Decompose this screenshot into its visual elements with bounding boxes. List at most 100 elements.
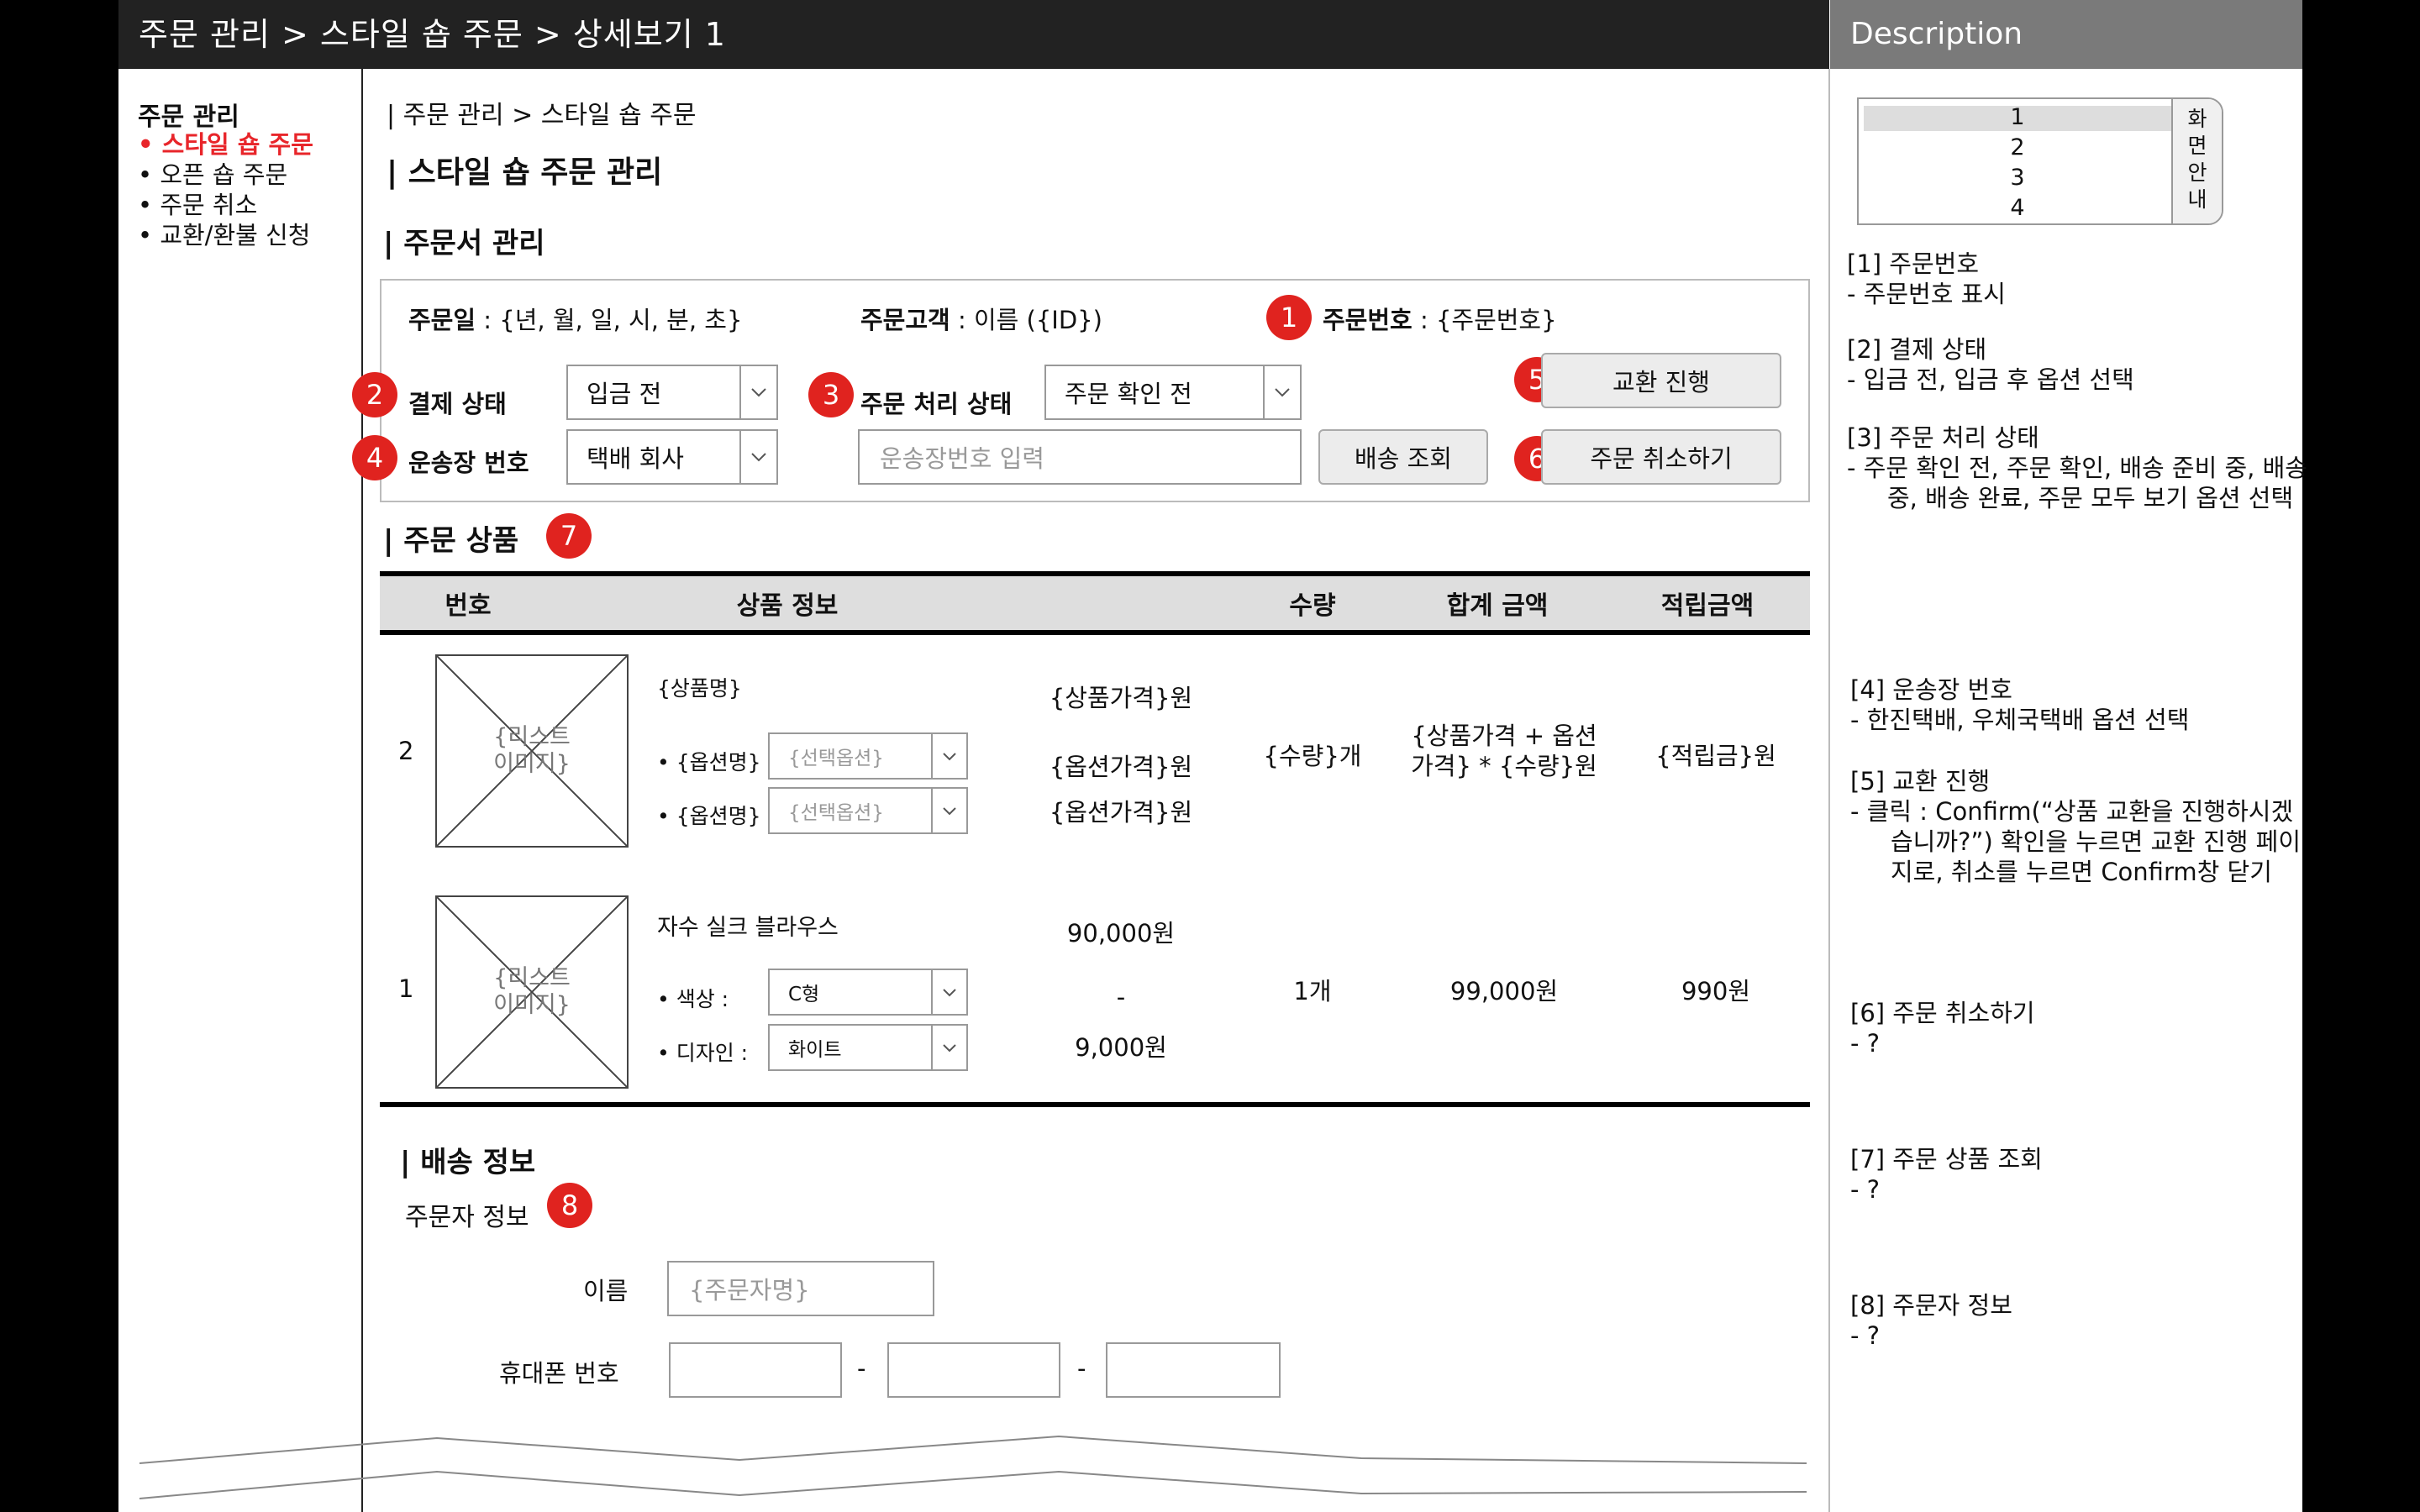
order-date-label: 주문일 <box>408 306 476 334</box>
description-divider <box>1828 69 1830 1512</box>
col-header-no: 번호 <box>445 591 492 621</box>
chevron-down-icon <box>931 970 966 1014</box>
payment-status-label: 결제 상태 <box>408 390 507 418</box>
orderer-info-label: 주문자 정보 <box>405 1203 529 1232</box>
desc-item-title: [1] 주문번호 <box>1847 249 1980 278</box>
order-status-select[interactable]: 주문 확인 전 <box>1044 365 1302 420</box>
orderer-name-placeholder: {주문자명} <box>689 1276 810 1305</box>
page-continuation-break <box>139 1435 1807 1499</box>
phone-separator: - <box>857 1354 866 1383</box>
order-status-value: 주문 확인 전 <box>1065 380 1192 408</box>
screen-guide-char: 면 <box>2187 134 2207 158</box>
option-select-value: {선택옵션} <box>788 748 884 769</box>
product-name: {상품명} <box>657 676 742 701</box>
order-date-value: : {년, 월, 일, 시, 분, 초} <box>476 306 743 334</box>
order-customer-value: : 이름 ({ID}) <box>950 306 1102 334</box>
total-amount: {상품가격 + 옵션 가격} * {수량}원 <box>1411 722 1597 780</box>
waybill-placeholder: 운송장번호 입력 <box>880 444 1044 473</box>
desc-item-8: [8] 주문자 정보 - ? <box>1850 1290 2311 1351</box>
phone-input-3[interactable] <box>1106 1342 1281 1398</box>
delivery-section-title: | 배송 정보 <box>400 1146 536 1179</box>
desc-item-title: [4] 운송장 번호 <box>1850 675 2012 704</box>
chevron-down-icon <box>739 366 776 418</box>
image-caption: {리스트 이미지} <box>493 965 571 1018</box>
courier-value: 택배 회사 <box>587 444 684 473</box>
desc-item-detail: - 주문 확인 전, 주문 확인, 배송 준비 중, 배송 중, 배송 완료, … <box>1847 454 2307 512</box>
waybill-label: 운송장 번호 <box>408 449 529 477</box>
chevron-down-icon <box>931 734 966 778</box>
option-select-value: {선택옵션} <box>788 802 884 824</box>
image-caption: {리스트 이미지} <box>493 724 571 777</box>
desc-item-title: [6] 주문 취소하기 <box>1850 999 2035 1027</box>
desc-item-detail: - 입금 전, 입금 후 옵션 선택 <box>1847 365 2134 394</box>
product-price: 90,000원 <box>1066 919 1176 948</box>
col-header-points: 적립금액 <box>1660 591 1754 621</box>
option-select[interactable]: {선택옵션} <box>768 787 968 834</box>
option-label: • 디자인 : <box>657 1041 749 1065</box>
row-number: 2 <box>398 737 414 765</box>
screen-guide-listbox[interactable]: 1 2 3 4 화 면 안 내 <box>1857 97 2223 225</box>
desc-item-4: [4] 운송장 번호 - 한진택배, 우체국택배 옵션 선택 <box>1850 675 2311 735</box>
description-header-bar: Description <box>1830 0 2302 69</box>
phone-input-1[interactable] <box>669 1342 842 1398</box>
desc-item-title: [3] 주문 처리 상태 <box>1847 423 2039 452</box>
desc-item-detail: - 주문번호 표시 <box>1847 280 2006 308</box>
chevron-down-icon <box>739 431 776 483</box>
col-header-qty: 수량 <box>1289 591 1336 621</box>
listbox-item[interactable]: 2 <box>1864 134 2171 160</box>
track-delivery-button[interactable]: 배송 조회 <box>1318 429 1488 485</box>
phone-label: 휴대폰 번호 <box>499 1359 619 1388</box>
option-label: • 색상 : <box>657 987 729 1011</box>
products-section-title: | 주문 상품 <box>383 524 519 558</box>
product-price: {상품가격}원 <box>1049 684 1193 712</box>
products-table-header: 번호 상품 정보 수량 합계 금액 적립금액 <box>380 571 1810 635</box>
desc-item-detail: - ? <box>1850 1029 1881 1058</box>
badge-8: 8 <box>547 1183 592 1228</box>
option-select[interactable]: 화이트 <box>768 1024 968 1071</box>
chevron-down-icon <box>931 789 966 832</box>
option-select-value: 화이트 <box>788 1039 842 1061</box>
sidebar-item-exchange-refund[interactable]: • 교환/환불 신청 <box>138 216 310 251</box>
order-status-label: 주문 처리 상태 <box>860 390 1013 418</box>
option-price: 9,000원 <box>1075 1033 1167 1062</box>
listbox-item[interactable]: 1 <box>1864 104 2171 130</box>
page-breadcrumb-title: 주문 관리 > 스타일 숍 주문 > 상세보기 1 <box>139 16 726 53</box>
desc-item-title: [7] 주문 상품 조회 <box>1850 1145 2043 1173</box>
listbox-item[interactable]: 4 <box>1864 195 2171 221</box>
product-image-placeholder: {리스트 이미지} <box>435 654 629 848</box>
phone-input-2[interactable] <box>887 1342 1060 1398</box>
option-label: • {옵션명} <box>657 750 761 774</box>
table-bottom-rule <box>380 1102 1810 1107</box>
desc-item-detail: - 한진택배, 우체국택배 옵션 선택 <box>1850 706 2190 734</box>
screen-guide-char: 안 <box>2187 160 2207 185</box>
description-title: Description <box>1850 17 2023 51</box>
courier-select[interactable]: 택배 회사 <box>566 429 778 485</box>
payment-status-value: 입금 전 <box>587 380 662 408</box>
orderer-name-input[interactable]: {주문자명} <box>667 1261 934 1316</box>
points-amount: {적립금}원 <box>1655 742 1776 770</box>
order-date: 주문일 : {년, 월, 일, 시, 분, 초} <box>408 301 742 336</box>
order-customer: 주문고객 : 이름 ({ID}) <box>860 301 1102 336</box>
desc-item-detail: - ? <box>1850 1175 1881 1204</box>
payment-status-select[interactable]: 입금 전 <box>566 365 778 420</box>
desc-item-5: [5] 교환 진행 - 클릭 : Confirm(“상품 교환을 진행하시겠습니… <box>1850 766 2311 887</box>
desc-item-title: [2] 결제 상태 <box>1847 335 1987 364</box>
badge-1: 1 <box>1266 295 1312 340</box>
cancel-order-button[interactable]: 주문 취소하기 <box>1541 429 1781 485</box>
chevron-down-icon <box>931 1026 966 1069</box>
desc-item-7: [7] 주문 상품 조회 - ? <box>1850 1144 2311 1205</box>
badge-7: 7 <box>546 513 592 559</box>
option-select[interactable]: {선택옵션} <box>768 732 968 780</box>
desc-item-detail: - 클릭 : Confirm(“상품 교환을 진행하시겠습니까?”) 확인을 누… <box>1850 797 2302 886</box>
listbox-item[interactable]: 3 <box>1864 165 2171 191</box>
screen-guide-tab[interactable]: 화 면 안 내 <box>2171 99 2222 223</box>
option-select[interactable]: C형 <box>768 969 968 1016</box>
product-image-placeholder: {리스트 이미지} <box>435 895 629 1089</box>
desc-item-1: [1] 주문번호 - 주문번호 표시 <box>1847 249 2307 309</box>
waybill-number-input[interactable]: 운송장번호 입력 <box>858 429 1302 485</box>
desc-item-2: [2] 결제 상태 - 입금 전, 입금 후 옵션 선택 <box>1847 334 2307 395</box>
desc-item-3: [3] 주문 처리 상태 - 주문 확인 전, 주문 확인, 배송 준비 중, … <box>1847 423 2307 513</box>
top-header-bar: 주문 관리 > 스타일 숍 주문 > 상세보기 1 <box>118 0 1829 69</box>
exchange-button[interactable]: 교환 진행 <box>1541 353 1781 408</box>
chevron-down-icon <box>1263 366 1300 418</box>
